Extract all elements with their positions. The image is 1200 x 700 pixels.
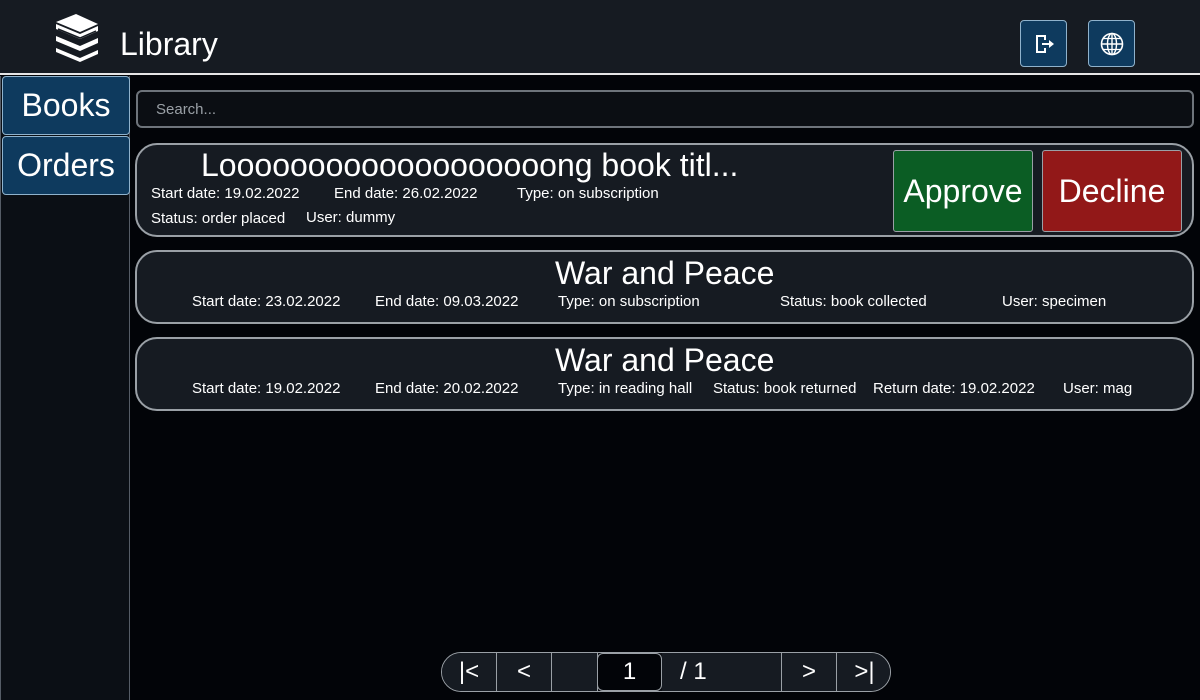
order-type: Type: on subscription bbox=[517, 185, 659, 202]
pagination: |< < / 1 1 > >| bbox=[441, 652, 891, 692]
order-start-date: Start date: 19.02.2022 bbox=[151, 185, 300, 202]
order-end-date: End date: 20.02.2022 bbox=[375, 380, 519, 397]
order-card: War and Peace Start date: 23.02.2022 End… bbox=[135, 250, 1194, 324]
order-type: Type: in reading hall bbox=[558, 380, 693, 397]
last-page-button[interactable]: >| bbox=[837, 653, 890, 691]
logout-icon bbox=[1035, 34, 1054, 53]
order-start-date: Start date: 23.02.2022 bbox=[192, 293, 341, 310]
order-card: War and Peace Start date: 19.02.2022 End… bbox=[135, 337, 1194, 411]
order-end-date: End date: 09.03.2022 bbox=[375, 293, 519, 310]
first-page-button[interactable]: |< bbox=[442, 653, 497, 691]
sidebar-item-books[interactable]: Books bbox=[2, 76, 130, 135]
books-stack-icon bbox=[56, 14, 98, 62]
order-end-date: End date: 26.02.2022 bbox=[334, 185, 478, 202]
approve-button[interactable]: Approve bbox=[893, 150, 1033, 232]
order-status: Status: book collected bbox=[780, 293, 927, 310]
decline-button[interactable]: Decline bbox=[1042, 150, 1182, 232]
order-return-date: Return date: 19.02.2022 bbox=[873, 380, 1035, 397]
order-status: Status: order placed bbox=[151, 210, 286, 227]
order-user: User: dummy bbox=[306, 209, 396, 226]
order-user: User: mag bbox=[1063, 380, 1133, 397]
order-book-title: War and Peace bbox=[555, 255, 775, 291]
globe-icon bbox=[1100, 32, 1123, 55]
order-book-title: Looooooooooooooooooong book titl... bbox=[201, 147, 739, 183]
search-input[interactable] bbox=[136, 90, 1194, 128]
app-title: Library bbox=[120, 26, 218, 62]
current-page-input[interactable]: 1 bbox=[597, 653, 662, 691]
order-status: Status: book returned bbox=[713, 380, 857, 397]
logout-button[interactable] bbox=[1020, 20, 1067, 67]
language-button[interactable] bbox=[1088, 20, 1135, 67]
next-page-button[interactable]: > bbox=[782, 653, 837, 691]
order-type: Type: on subscription bbox=[558, 293, 700, 310]
order-user: User: specimen bbox=[1002, 293, 1107, 310]
order-card: Looooooooooooooooooong book titl... Star… bbox=[135, 143, 1194, 237]
prev-page-button[interactable]: < bbox=[497, 653, 552, 691]
order-book-title: War and Peace bbox=[555, 342, 775, 378]
pagination-spacer bbox=[552, 653, 598, 691]
order-start-date: Start date: 19.02.2022 bbox=[192, 380, 341, 397]
app-header: Library bbox=[0, 0, 1200, 75]
total-pages: / 1 bbox=[662, 653, 782, 691]
sidebar-item-orders[interactable]: Orders bbox=[2, 136, 130, 195]
sidebar: Books Orders bbox=[0, 76, 130, 700]
